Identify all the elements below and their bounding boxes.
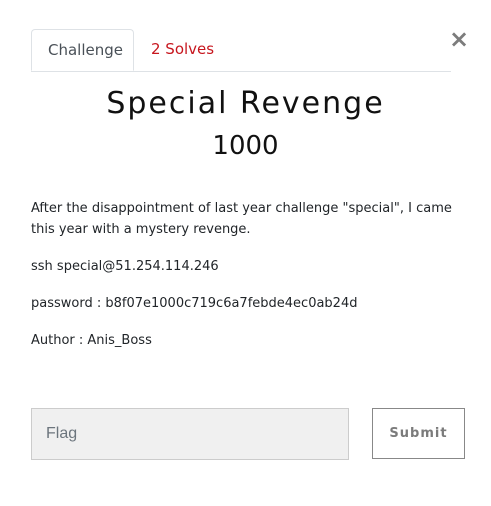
ssh-command: ssh special@51.254.114.246: [31, 259, 219, 274]
tab-solves[interactable]: 2 Solves: [135, 29, 230, 70]
challenge-title: Special Revenge: [106, 86, 385, 121]
author-line: Author : Anis_Boss: [31, 333, 152, 348]
challenge-tabs: Challenge 2 Solves: [31, 29, 451, 72]
tab-challenge[interactable]: Challenge: [31, 29, 134, 71]
description-paragraph: After the disappointment of last year ch…: [31, 201, 452, 237]
flag-input[interactable]: [31, 408, 349, 460]
challenge-description: After the disappointment of last year ch…: [31, 198, 461, 367]
password-line: password : b8f07e1000c719c6a7febde4ec0ab…: [31, 296, 358, 311]
submit-button[interactable]: Submit: [372, 408, 465, 459]
close-icon[interactable]: ×: [448, 24, 470, 54]
challenge-modal: × Challenge 2 Solves Special Revenge 100…: [0, 0, 491, 506]
challenge-value: 1000: [212, 131, 279, 161]
